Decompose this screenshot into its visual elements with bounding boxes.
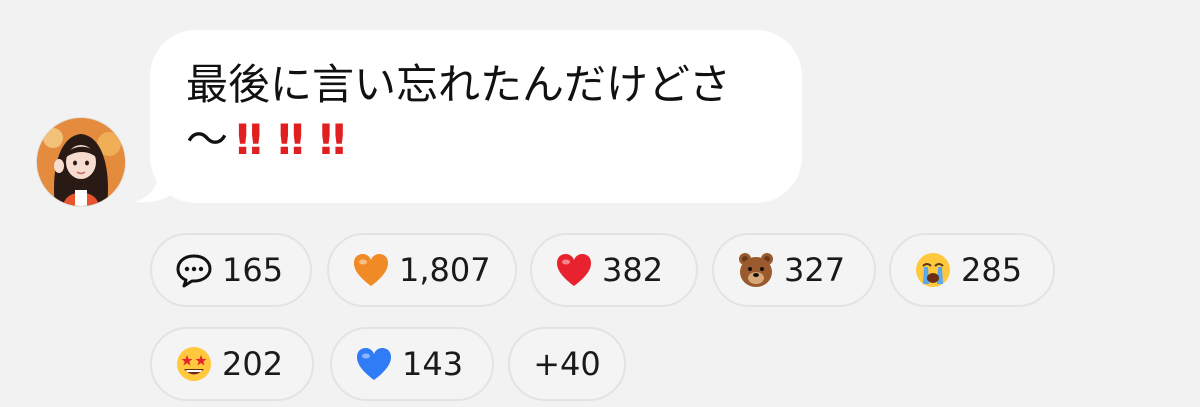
loudly-crying-face-icon [913,250,953,290]
bear-count: 327 [784,251,846,289]
orange-heart-icon [351,250,391,290]
star-struck-face-icon [174,344,214,384]
orange-heart-count: 1,807 [399,251,491,289]
blue-heart-icon [354,344,394,384]
reaction-orange-heart[interactable]: 1,807 [327,233,517,307]
double-exclamation-icon: ‼ [277,115,304,164]
comments-count: 165 [222,251,284,289]
user-avatar[interactable] [37,118,125,206]
wave-dash: 〜 [186,115,229,164]
comments-button[interactable]: 165 [150,233,312,307]
message-text-line-2: 〜 ‼ ‼ ‼ [186,113,346,167]
double-exclamation-icon: ‼ [236,115,262,164]
more-reactions-button[interactable]: +40 [508,327,626,401]
message-text-line-1: 最後に言い忘れたんだけどさ [186,60,731,109]
reaction-blue-heart[interactable]: 143 [330,327,494,401]
reaction-bear[interactable]: 327 [712,233,876,307]
speech-bubble-icon [174,250,214,290]
avatar-image [37,118,125,206]
double-exclamation-icon: ‼ [319,115,345,164]
reaction-red-heart[interactable]: 382 [530,233,698,307]
more-reactions-label: +40 [533,345,601,383]
red-heart-count: 382 [602,251,664,289]
star-struck-count: 202 [222,345,284,383]
bear-face-icon [736,250,776,290]
crying-count: 285 [961,251,1023,289]
reaction-crying[interactable]: 285 [889,233,1055,307]
reaction-star-struck[interactable]: 202 [150,327,314,401]
red-heart-icon [554,250,594,290]
bubble-tail [134,170,174,203]
blue-heart-count: 143 [402,345,464,383]
